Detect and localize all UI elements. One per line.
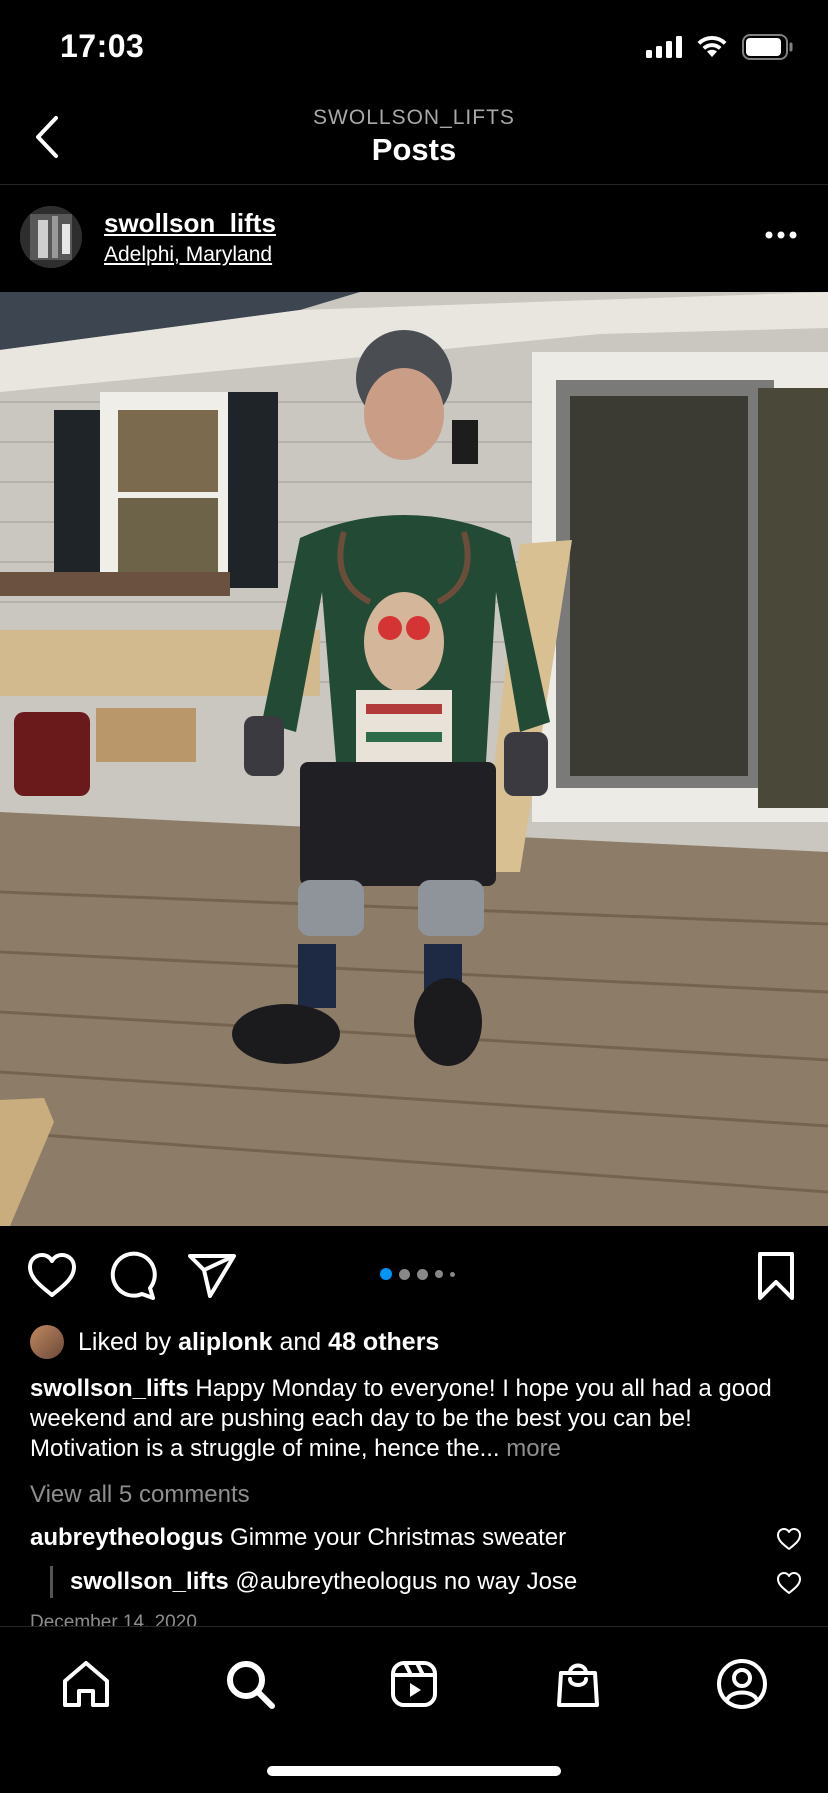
profile-icon[interactable]: [715, 1657, 769, 1711]
carousel-dot: [435, 1270, 443, 1278]
caption-username[interactable]: swollson_lifts: [30, 1375, 189, 1402]
more-options-icon[interactable]: [764, 225, 798, 245]
page-title: Posts: [371, 132, 457, 167]
avatar[interactable]: [20, 206, 82, 268]
carousel-indicator: [380, 1268, 455, 1280]
caption-more-link[interactable]: more: [506, 1435, 561, 1462]
post-location[interactable]: Adelphi, Maryland: [104, 243, 272, 267]
post-photo[interactable]: [0, 292, 828, 1226]
comment-username[interactable]: aubreytheologus: [30, 1524, 223, 1551]
bookmark-icon[interactable]: [750, 1250, 802, 1302]
like-heart-icon[interactable]: [26, 1250, 78, 1302]
battery-icon: [742, 34, 793, 60]
search-icon[interactable]: [223, 1657, 277, 1711]
header-subtitle: SWOLLSON_LIFTS: [313, 106, 515, 129]
home-icon[interactable]: [59, 1657, 113, 1711]
comment-text: @aubreytheologus no way Jose: [235, 1568, 578, 1595]
comment-reply: swollson_lifts @aubreytheologus no way J…: [70, 1568, 577, 1596]
status-icons: [646, 34, 794, 60]
liker-avatar: [30, 1325, 64, 1359]
reply-thread-line: [50, 1566, 53, 1598]
home-indicator: [267, 1766, 561, 1776]
header-divider: [0, 184, 828, 185]
comment-username[interactable]: swollson_lifts: [70, 1568, 229, 1595]
likes-summary[interactable]: Liked by aliplonk and 48 others: [30, 1325, 439, 1359]
view-all-comments-link[interactable]: View all 5 comments: [30, 1481, 250, 1509]
reels-icon[interactable]: [387, 1657, 441, 1711]
liker-username[interactable]: aliplonk: [178, 1328, 272, 1357]
shop-icon[interactable]: [551, 1657, 605, 1711]
signal-icon: [646, 36, 682, 58]
carousel-dot: [399, 1268, 410, 1280]
carousel-dot-active: [380, 1268, 392, 1280]
caption: swollson_lifts Happy Monday to everyone!…: [30, 1374, 800, 1464]
comment-like-heart-icon[interactable]: [776, 1526, 802, 1552]
comment-icon[interactable]: [106, 1250, 158, 1302]
carousel-dot: [450, 1271, 455, 1277]
likes-prefix: Liked by: [78, 1327, 172, 1356]
comment-like-heart-icon[interactable]: [776, 1570, 802, 1596]
carousel-dot: [417, 1268, 428, 1280]
comment-text: Gimme your Christmas sweater: [230, 1524, 567, 1551]
status-time: 17:03: [60, 28, 145, 64]
post-photo-illustration: [0, 292, 828, 1226]
likes-joiner: and: [279, 1327, 322, 1356]
post-username[interactable]: swollson_lifts: [104, 208, 276, 239]
wifi-icon: [697, 35, 727, 57]
share-icon[interactable]: [186, 1250, 238, 1302]
avatar-image: [20, 206, 82, 268]
likes-others[interactable]: 48 others: [328, 1328, 439, 1357]
comment: aubreytheologus Gimme your Christmas swe…: [30, 1524, 566, 1552]
